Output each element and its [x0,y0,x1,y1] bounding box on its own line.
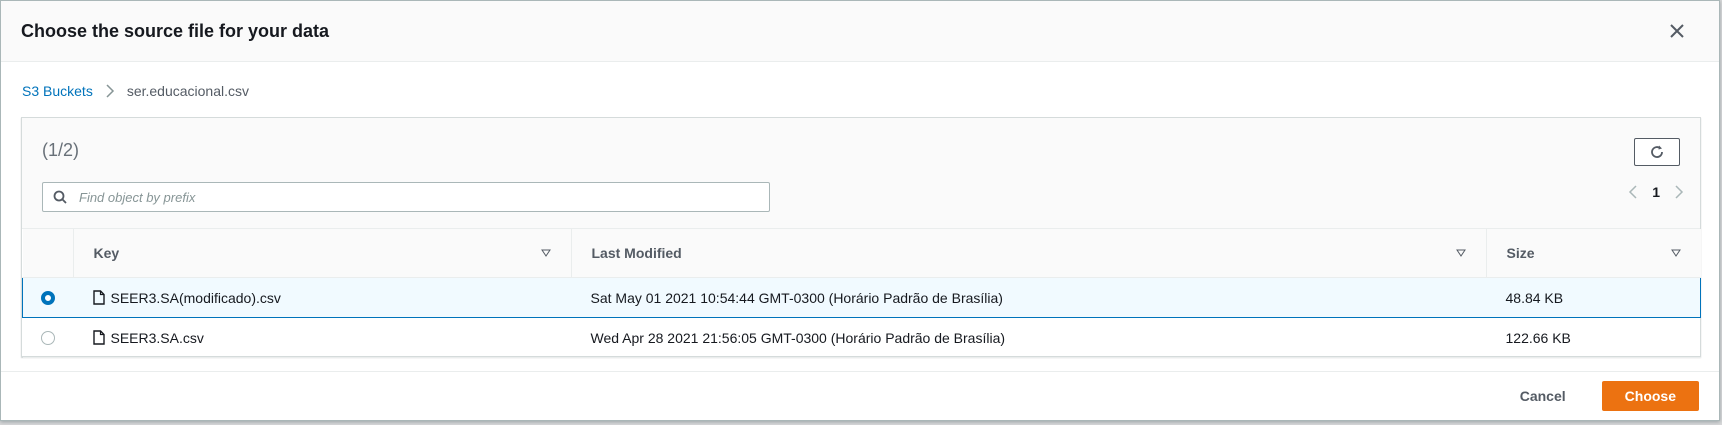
size-value: 48.84 KB [1505,289,1564,306]
table-header-row: Key Last Modified Size [22,229,1701,278]
file-key: SEER3.SA.csv [110,329,204,346]
objects-table: Key Last Modified Size SEER3.SA(modifica… [22,229,1701,358]
file-icon [92,290,105,305]
column-header-key[interactable]: Key [72,229,571,278]
search-input[interactable] [77,188,721,206]
last-modified-value: Sat May 01 2021 10:54:44 GMT-0300 (Horár… [590,289,1003,306]
key-cell: SEER3.SA(modificado).csv [72,277,571,318]
objects-panel: (1/2) 1 [21,117,1701,358]
sort-triangle-icon[interactable] [1455,249,1466,257]
sort-triangle-icon[interactable] [1670,249,1681,257]
breadcrumb-s3-buckets[interactable]: S3 Buckets [22,83,93,99]
search-field[interactable] [42,182,770,212]
close-icon[interactable] [1665,19,1689,43]
key-cell: SEER3.SA.csv [72,317,571,358]
row-select-cell [22,317,73,358]
column-header-label: Size [1506,245,1535,261]
breadcrumb-current: ser.educacional.csv [126,83,250,99]
column-header-size[interactable]: Size [1485,229,1701,278]
chevron-left-icon[interactable] [1628,184,1638,200]
select-column-header [22,229,73,278]
last-modified-cell: Wed Apr 28 2021 21:56:05 GMT-0300 (Horár… [570,317,1486,358]
dialog-footer: Cancel Choose [1,371,1719,420]
panel-toolbar: (1/2) 1 [22,118,1700,229]
refresh-icon [1649,144,1665,160]
current-page[interactable]: 1 [1652,184,1660,200]
breadcrumb: S3 Buckets ser.educacional.csv [22,83,249,99]
dialog-header: Choose the source file for your data [1,1,1719,62]
pagination: 1 [1628,184,1684,200]
table-row[interactable]: SEER3.SA(modificado).csv Sat May 01 2021… [22,277,1701,318]
choose-source-dialog: Choose the source file for your data S3 … [0,0,1720,421]
column-header-label: Key [93,245,120,261]
chevron-right-icon[interactable] [1674,184,1684,200]
cancel-button[interactable]: Cancel [1502,382,1584,410]
file-key: SEER3.SA(modificado).csv [110,289,281,306]
file-icon [92,330,105,345]
size-cell: 48.84 KB [1485,277,1701,318]
choose-button[interactable]: Choose [1601,381,1699,411]
column-header-label: Last Modified [591,245,682,261]
search-icon [53,190,67,204]
dialog-title: Choose the source file for your data [21,20,330,41]
size-value: 122.66 KB [1505,329,1571,346]
row-radio[interactable] [40,330,55,345]
chevron-right-icon [105,83,115,99]
last-modified-cell: Sat May 01 2021 10:54:44 GMT-0300 (Horár… [570,277,1486,318]
row-radio-selected[interactable] [41,290,55,305]
sort-triangle-icon[interactable] [540,249,551,257]
selection-count: (1/2) [42,140,80,160]
row-select-cell [22,277,73,318]
column-header-last-modified[interactable]: Last Modified [570,229,1486,278]
refresh-button[interactable] [1634,138,1680,166]
size-cell: 122.66 KB [1485,317,1701,358]
last-modified-value: Wed Apr 28 2021 21:56:05 GMT-0300 (Horár… [590,329,1006,346]
table-row[interactable]: SEER3.SA.csv Wed Apr 28 2021 21:56:05 GM… [22,317,1701,358]
